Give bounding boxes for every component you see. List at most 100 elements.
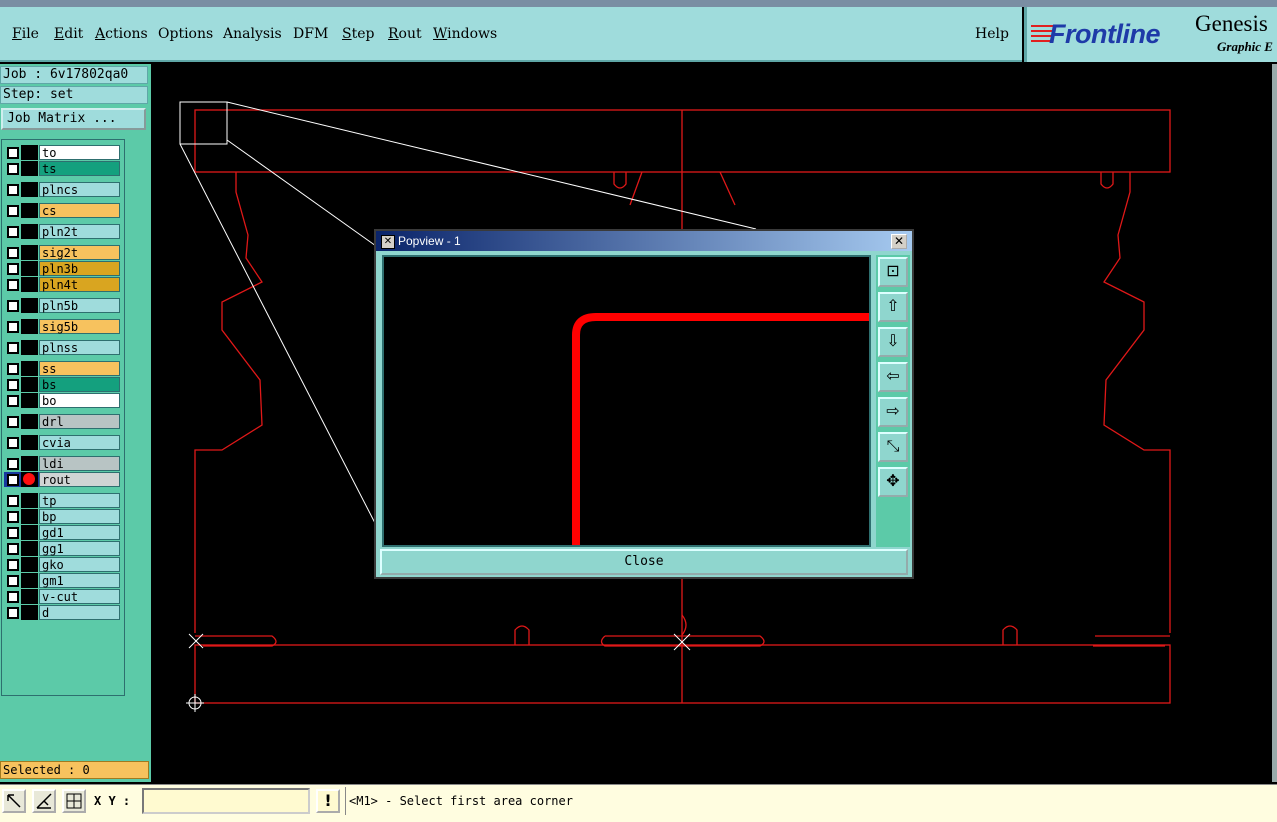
menu-step[interactable]: Step	[342, 26, 374, 42]
layer-color-slot[interactable]	[21, 203, 38, 218]
layer-row-tp[interactable]: tp	[4, 493, 120, 508]
layer-color-slot[interactable]	[21, 298, 38, 313]
measure-icon[interactable]	[32, 789, 56, 813]
layer-color-slot[interactable]	[21, 605, 38, 620]
right-scroll-edge[interactable]	[1272, 64, 1277, 782]
layer-checkbox[interactable]	[7, 591, 19, 603]
layer-row-bo[interactable]: bo	[4, 393, 120, 408]
layer-row-gm1[interactable]: gm1	[4, 573, 120, 588]
layer-name-gm1[interactable]: gm1	[39, 573, 120, 588]
layer-row-to[interactable]: to	[4, 145, 120, 160]
layer-checkbox[interactable]	[7, 379, 19, 391]
layer-name-gd1[interactable]: gd1	[39, 525, 120, 540]
layer-color-slot[interactable]	[21, 525, 38, 540]
layer-name-d[interactable]: d	[39, 605, 120, 620]
layer-row-bp[interactable]: bp	[4, 509, 120, 524]
menu-help[interactable]: Help	[975, 26, 1009, 42]
layer-checkbox[interactable]	[7, 495, 19, 507]
layer-checkbox[interactable]	[7, 226, 19, 238]
layer-row-sig5b[interactable]: sig5b	[4, 319, 120, 334]
layer-color-slot[interactable]	[21, 557, 38, 572]
layer-checkbox[interactable]	[7, 458, 19, 470]
layer-row-ss[interactable]: ss	[4, 361, 120, 376]
menu-edit[interactable]: Edit	[54, 26, 83, 42]
layer-color-slot[interactable]	[21, 277, 38, 292]
layer-checkbox[interactable]	[7, 527, 19, 539]
layer-name-ss[interactable]: ss	[39, 361, 120, 376]
select-arrow-icon[interactable]	[2, 789, 26, 813]
layer-row-gd1[interactable]: gd1	[4, 525, 120, 540]
menu-analysis[interactable]: Analysis	[223, 26, 282, 42]
layer-name-pln3b[interactable]: pln3b	[39, 261, 120, 276]
menu-options[interactable]: Options	[158, 26, 213, 42]
layer-row-ts[interactable]: ts	[4, 161, 120, 176]
layer-checkbox[interactable]	[7, 342, 19, 354]
job-matrix-button[interactable]: Job Matrix ...	[1, 108, 146, 130]
layer-color-slot[interactable]	[21, 377, 38, 392]
layer-row-plncs[interactable]: plncs	[4, 182, 120, 197]
layer-name-cs[interactable]: cs	[39, 203, 120, 218]
layer-checkbox[interactable]	[7, 247, 19, 259]
layer-color-slot[interactable]	[21, 145, 38, 160]
layer-color-slot[interactable]	[21, 182, 38, 197]
layer-color-slot[interactable]	[21, 161, 38, 176]
layer-color-slot[interactable]	[21, 589, 38, 604]
xy-input[interactable]	[142, 788, 310, 814]
layer-row-pln4t[interactable]: pln4t	[4, 277, 120, 292]
layer-row-plnss[interactable]: plnss	[4, 340, 120, 355]
layer-checkbox[interactable]	[7, 395, 19, 407]
popview-canvas[interactable]	[382, 255, 871, 547]
layer-color-slot[interactable]	[21, 573, 38, 588]
zoom-in-icon[interactable]: ✥	[878, 467, 908, 497]
layer-checkbox[interactable]	[7, 575, 19, 587]
layer-checkbox[interactable]	[7, 559, 19, 571]
layer-row-pln5b[interactable]: pln5b	[4, 298, 120, 313]
layer-checkbox[interactable]	[7, 543, 19, 555]
zoom-fit-icon[interactable]: ⊡	[878, 257, 908, 287]
menu-actions[interactable]: Actions	[95, 26, 148, 42]
layer-checkbox[interactable]	[7, 205, 19, 217]
layer-row-rout[interactable]: rout	[4, 472, 120, 487]
warning-icon[interactable]: !	[316, 789, 340, 813]
layer-row-cvia[interactable]: cvia	[4, 435, 120, 450]
layer-row-ldi[interactable]: ldi	[4, 456, 120, 471]
layer-checkbox[interactable]	[7, 607, 19, 619]
layer-color-slot[interactable]	[21, 493, 38, 508]
pan-up-icon[interactable]: ⇧	[878, 292, 908, 322]
layer-checkbox[interactable]	[7, 474, 19, 486]
close-button[interactable]: Close	[380, 549, 908, 575]
pan-right-icon[interactable]: ⇨	[878, 397, 908, 427]
layer-color-slot[interactable]	[21, 456, 38, 471]
layer-checkbox[interactable]	[7, 321, 19, 333]
layer-color-slot[interactable]	[21, 224, 38, 239]
zoom-out-icon[interactable]: ⤡	[878, 432, 908, 462]
layer-color-slot[interactable]	[21, 340, 38, 355]
layer-checkbox[interactable]	[7, 263, 19, 275]
layer-row-drl[interactable]: drl	[4, 414, 120, 429]
layer-name-ldi[interactable]: ldi	[39, 456, 120, 471]
menu-dfm[interactable]: DFM	[293, 26, 328, 42]
layer-name-pln4t[interactable]: pln4t	[39, 277, 120, 292]
layer-checkbox[interactable]	[7, 437, 19, 449]
menu-rout[interactable]: Rout	[388, 26, 422, 42]
layer-name-cvia[interactable]: cvia	[39, 435, 120, 450]
close-icon[interactable]: ✕	[891, 234, 907, 249]
layer-name-pln2t[interactable]: pln2t	[39, 224, 120, 239]
layer-checkbox[interactable]	[7, 184, 19, 196]
layer-color-slot[interactable]	[21, 509, 38, 524]
layer-name-drl[interactable]: drl	[39, 414, 120, 429]
pan-left-icon[interactable]: ⇦	[878, 362, 908, 392]
layer-color-slot[interactable]	[21, 245, 38, 260]
layer-row-v-cut[interactable]: v-cut	[4, 589, 120, 604]
layer-checkbox[interactable]	[7, 163, 19, 175]
layer-row-bs[interactable]: bs	[4, 377, 120, 392]
layer-name-ts[interactable]: ts	[39, 161, 120, 176]
layer-color-slot[interactable]	[21, 541, 38, 556]
layer-name-sig2t[interactable]: sig2t	[39, 245, 120, 260]
layer-color-slot[interactable]	[21, 393, 38, 408]
layer-color-slot[interactable]	[21, 435, 38, 450]
layer-name-bo[interactable]: bo	[39, 393, 120, 408]
layer-name-plnss[interactable]: plnss	[39, 340, 120, 355]
layer-name-sig5b[interactable]: sig5b	[39, 319, 120, 334]
layer-name-bp[interactable]: bp	[39, 509, 120, 524]
